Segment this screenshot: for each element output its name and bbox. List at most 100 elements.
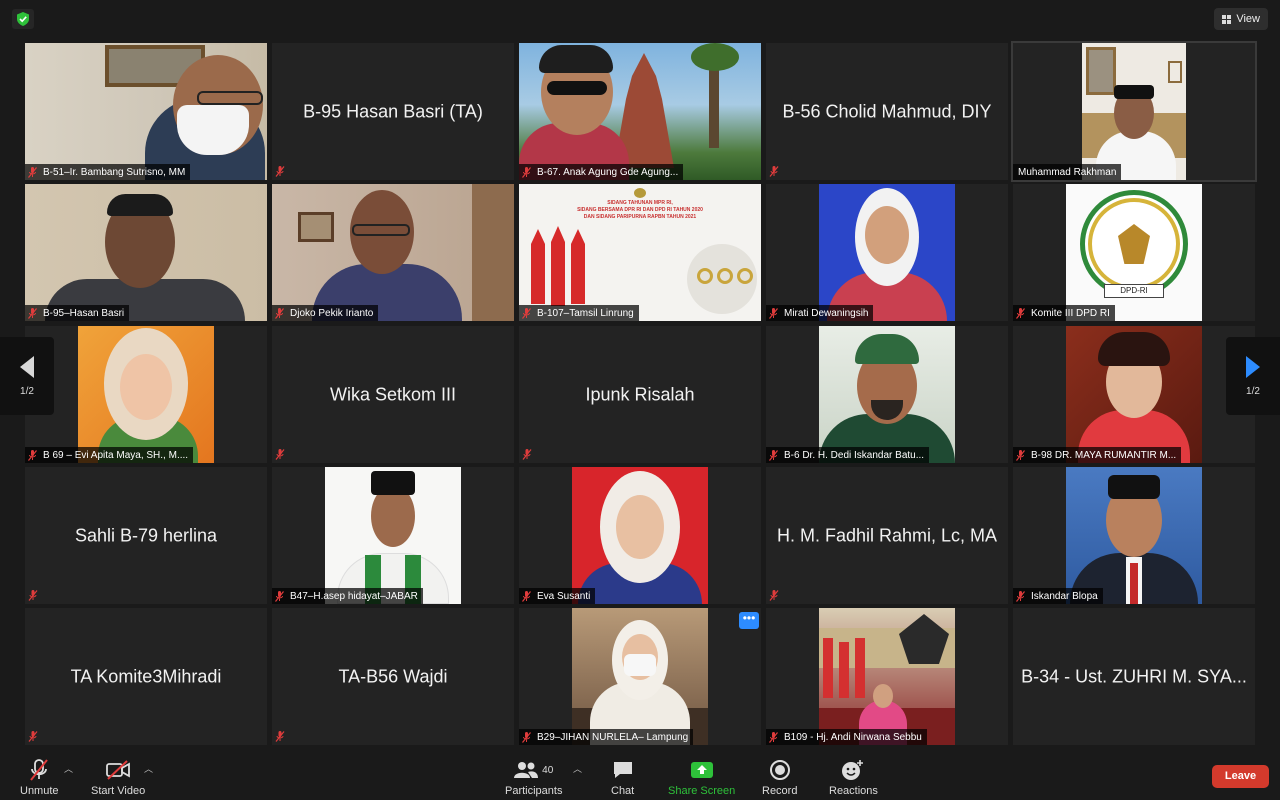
participant-tile[interactable]: B47–H.asep hidayat–JABAR bbox=[272, 467, 514, 604]
record-label: Record bbox=[762, 785, 798, 797]
chat-label: Chat bbox=[611, 785, 635, 797]
participant-tile[interactable]: Mirati Dewaningsih bbox=[766, 184, 1008, 321]
participant-name: B-98 DR. MAYA RUMANTIR M... bbox=[1031, 449, 1177, 461]
participant-tile[interactable]: B-98 DR. MAYA RUMANTIR M... bbox=[1013, 326, 1255, 463]
participant-tile[interactable]: B109 - Hj. Andi Nirwana Sebbu bbox=[766, 608, 1008, 745]
meeting-toolbar: Unmute ︿ Start Video ︿ 40 Participants ︿… bbox=[0, 752, 1280, 800]
participants-label: Participants bbox=[505, 785, 563, 797]
participant-tile[interactable]: B-34 - Ust. ZUHRI M. SYA... bbox=[1013, 608, 1255, 745]
participant-name: Muhammad Rakhman bbox=[1018, 166, 1117, 178]
participant-tile[interactable]: Wika Setkom III bbox=[272, 326, 514, 463]
participant-tile[interactable]: H. M. Fadhil Rahmi, Lc, MA bbox=[766, 467, 1008, 604]
participant-tile[interactable]: Iskandar Blopa bbox=[1013, 467, 1255, 604]
participant-name-label: Muhammad Rakhman bbox=[1013, 164, 1122, 180]
muted-mic-icon bbox=[1016, 590, 1025, 602]
participant-name: B-107–Tamsil Linrung bbox=[537, 307, 634, 319]
participant-name: B109 - Hj. Andi Nirwana Sebbu bbox=[784, 731, 922, 743]
unmute-label: Unmute bbox=[20, 785, 59, 797]
participant-name: Mirati Dewaningsih bbox=[784, 307, 869, 319]
participant-tile[interactable]: Ipunk Risalah bbox=[519, 326, 761, 463]
participant-tile[interactable]: Sahli B-79 herlina bbox=[25, 467, 267, 604]
muted-mic-icon bbox=[275, 731, 285, 742]
participant-name-label: Djoko Pekik Irianto bbox=[272, 305, 379, 321]
virtual-background-slide: SIDANG TAHUNAN MPR RI, SIDANG BERSAMA DP… bbox=[519, 184, 761, 321]
view-button[interactable]: View bbox=[1214, 8, 1268, 30]
participant-name-center: B-56 Cholid Mahmud, DIY bbox=[782, 101, 992, 121]
reactions-button[interactable]: Reactions bbox=[829, 758, 878, 797]
participant-name-label: B 69 – Evi Apita Maya, SH., M.... bbox=[25, 447, 194, 463]
muted-mic-icon bbox=[769, 731, 778, 743]
muted-mic-icon bbox=[522, 166, 531, 178]
participant-tile[interactable]: SIDANG TAHUNAN MPR RI, SIDANG BERSAMA DP… bbox=[519, 184, 761, 321]
participant-photo bbox=[572, 467, 708, 604]
muted-mic-icon bbox=[769, 449, 778, 461]
previous-page-button[interactable]: 1/2 bbox=[0, 337, 54, 415]
participant-name-label: Mirati Dewaningsih bbox=[766, 305, 874, 321]
muted-mic-icon bbox=[275, 166, 285, 177]
participants-options-caret[interactable]: ︿ bbox=[573, 762, 582, 775]
share-screen-button[interactable]: Share Screen bbox=[668, 758, 735, 797]
participant-tile[interactable]: TA-B56 Wajdi bbox=[272, 608, 514, 745]
muted-mic-icon bbox=[28, 449, 37, 461]
participant-photo bbox=[819, 608, 955, 745]
participant-photo bbox=[1066, 467, 1202, 604]
participant-photo bbox=[819, 184, 955, 321]
record-button[interactable]: Record bbox=[762, 758, 797, 797]
participant-tile[interactable]: DPD-RI Komite III DPD RI bbox=[1013, 184, 1255, 321]
participant-tile[interactable]: B-95 Hasan Basri (TA) bbox=[272, 43, 514, 180]
participant-tile[interactable]: TA Komite3Mihradi bbox=[25, 608, 267, 745]
participant-tile[interactable]: B-67. Anak Agung Gde Agung... bbox=[519, 43, 761, 180]
page-indicator: 1/2 bbox=[1246, 385, 1260, 397]
participant-name-label: B-67. Anak Agung Gde Agung... bbox=[519, 164, 684, 180]
participants-button[interactable]: 40 Participants bbox=[505, 758, 562, 797]
participant-tile[interactable]: B-51–Ir. Bambang Sutrisno, MM bbox=[25, 43, 267, 180]
muted-mic-icon bbox=[275, 307, 284, 319]
participant-name-center: TA Komite3Mihradi bbox=[70, 666, 222, 686]
triangle-right-icon bbox=[1246, 355, 1260, 378]
active-speaker-tile[interactable]: Muhammad Rakhman bbox=[1011, 41, 1257, 182]
participant-name: B47–H.asep hidayat–JABAR bbox=[290, 590, 418, 602]
participant-tile[interactable]: Djoko Pekik Irianto bbox=[272, 184, 514, 321]
participant-name-center: B-34 - Ust. ZUHRI M. SYA... bbox=[1021, 666, 1247, 686]
participant-name-label: B-98 DR. MAYA RUMANTIR M... bbox=[1013, 447, 1182, 463]
record-icon bbox=[769, 760, 790, 780]
participant-tile[interactable]: Eva Susanti bbox=[519, 467, 761, 604]
video-off-icon bbox=[106, 760, 131, 780]
participants-icon bbox=[514, 762, 539, 778]
video-options-caret[interactable]: ︿ bbox=[144, 762, 153, 775]
participant-video bbox=[519, 43, 761, 180]
triangle-left-icon bbox=[20, 355, 34, 378]
participant-name: Komite III DPD RI bbox=[1031, 307, 1110, 319]
security-shield-icon[interactable] bbox=[12, 9, 34, 29]
next-page-button[interactable]: 1/2 bbox=[1226, 337, 1280, 415]
participant-name-label: B-6 Dr. H. Dedi Iskandar Batu... bbox=[766, 447, 930, 463]
participant-tile[interactable]: B 69 – Evi Apita Maya, SH., M.... bbox=[25, 326, 267, 463]
participant-tile[interactable]: B-95–Hasan Basri bbox=[25, 184, 267, 321]
participant-name-label: Komite III DPD RI bbox=[1013, 305, 1115, 321]
leave-button[interactable]: Leave bbox=[1212, 765, 1269, 788]
muted-mic-icon bbox=[769, 307, 778, 319]
audio-options-caret[interactable]: ︿ bbox=[64, 762, 73, 775]
participant-photo bbox=[819, 326, 955, 463]
participant-photo bbox=[325, 467, 461, 604]
muted-mic-icon bbox=[522, 307, 531, 319]
muted-mic-icon bbox=[28, 307, 37, 319]
participant-name: Iskandar Blopa bbox=[1031, 590, 1098, 602]
participant-tile[interactable]: B-6 Dr. H. Dedi Iskandar Batu... bbox=[766, 326, 1008, 463]
grid-icon bbox=[1222, 14, 1232, 24]
share-screen-icon bbox=[690, 762, 713, 778]
muted-mic-icon bbox=[28, 731, 38, 742]
participant-tile[interactable]: ••• B29–JIHAN NURLELA– Lampung bbox=[519, 608, 761, 745]
chat-button[interactable]: Chat bbox=[611, 758, 634, 797]
view-label: View bbox=[1236, 13, 1260, 25]
start-video-button[interactable]: Start Video bbox=[91, 758, 145, 797]
more-options-button[interactable]: ••• bbox=[739, 612, 759, 629]
unmute-button[interactable]: Unmute bbox=[20, 758, 59, 797]
share-screen-label: Share Screen bbox=[668, 785, 736, 797]
participant-tile[interactable]: B-56 Cholid Mahmud, DIY bbox=[766, 43, 1008, 180]
participant-name: Djoko Pekik Irianto bbox=[290, 307, 374, 319]
logo-text: DPD-RI bbox=[1104, 284, 1164, 298]
participants-count: 40 bbox=[542, 764, 554, 776]
chat-icon bbox=[613, 762, 632, 778]
participant-name-center: B-95 Hasan Basri (TA) bbox=[303, 101, 483, 121]
